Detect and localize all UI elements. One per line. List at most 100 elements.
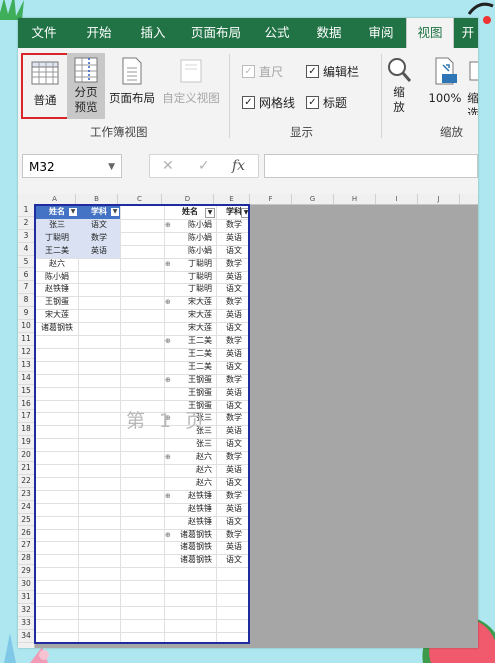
cancel-icon[interactable]: ✕ [162,155,174,177]
column-header-g[interactable]: G [292,194,334,204]
table2-name-cell[interactable]: 王钢蛋 ⊕ [164,374,216,387]
table2-name-cell[interactable]: 诸葛钢铁 [164,554,216,567]
expand-icon[interactable]: ⊕ [165,490,171,503]
row-header[interactable]: 26 [18,527,34,540]
row-header[interactable]: 11 [18,333,34,346]
row-header[interactable]: 31 [18,591,34,604]
table2-subject-cell[interactable]: 数学 [216,451,248,464]
row-header[interactable]: 23 [18,488,34,501]
row-header[interactable]: 25 [18,514,34,527]
table1-name-cell[interactable]: 陈小娟 [36,271,78,284]
table2-subject-cell[interactable]: 英语 [216,425,248,438]
expand-icon[interactable]: ⊕ [165,529,171,542]
table1-name-cell[interactable]: 宋大莲 [36,309,78,322]
expand-icon[interactable]: ⊕ [165,296,171,309]
insert-function-icon[interactable]: fx [232,155,245,177]
tab-home[interactable]: 开始 [74,18,124,48]
table2-name-cell[interactable]: 宋大莲 ⊕ [164,296,216,309]
table2-subject-cell[interactable]: 数学 [216,219,248,232]
table2-header-name[interactable]: 姓名 ▼ [164,206,216,219]
chevron-down-icon[interactable]: ▼ [108,155,115,179]
table1-subject-cell[interactable]: 数学 [78,231,120,245]
table2-subject-cell[interactable]: 数学 [216,412,248,425]
row-header[interactable]: 33 [18,617,34,630]
tab-review[interactable]: 审阅 [358,18,404,48]
column-header-f[interactable]: F [250,194,292,204]
filter-dropdown-icon[interactable]: ▼ [205,208,215,218]
row-header[interactable]: 4 [18,243,34,256]
expand-icon[interactable]: ⊕ [165,374,171,387]
row-header[interactable]: 2 [18,217,34,230]
table1-name-cell[interactable]: 丁聪明 [36,231,78,245]
table2-subject-cell[interactable]: 英语 [216,387,248,400]
row-header[interactable]: 19 [18,436,34,450]
table2-subject-cell[interactable]: 语文 [216,283,248,296]
tab-formulas[interactable]: 公式 [254,18,300,48]
table2-name-cell[interactable]: 张三 [164,438,216,451]
table2-name-cell[interactable]: 丁聪明 ⊕ [164,258,216,271]
table2-name-cell[interactable]: 赵六 [164,464,216,477]
tab-data[interactable]: 数据 [306,18,352,48]
table1-name-cell[interactable]: 赵六 [36,258,78,271]
table2-name-cell[interactable]: 王二美 [164,361,216,374]
row-header[interactable]: 17 [18,410,34,424]
page-break-preview-button[interactable]: 分页 预览 [67,53,105,119]
table2-name-cell[interactable]: 赵铁锤 [164,503,216,516]
table2-subject-cell[interactable]: 英语 [216,271,248,284]
column-header-d[interactable]: D [162,194,214,204]
table2-name-cell[interactable]: 赵六 [164,477,216,490]
expand-icon[interactable]: ⊕ [165,451,171,464]
table2-name-cell[interactable]: 赵铁锤 ⊕ [164,490,216,503]
table1-name-cell[interactable]: 诸葛钢铁 [36,322,78,335]
table2-subject-cell[interactable]: 语文 [216,438,248,451]
worksheet[interactable]: ABCDEFGHIJ 1 2 3 4 5 6 7 8 9 10 11 12 13 14 15 16 17 18 19… [18,194,478,648]
table2-subject-cell[interactable]: 语文 [216,361,248,374]
zoom-to-selection-button[interactable]: 缩 选 [466,53,478,115]
table2-subject-cell[interactable]: 英语 [216,348,248,361]
row-header[interactable]: 22 [18,475,34,488]
print-page-area[interactable]: 姓名 ▼ 学科 ▼ 张三 丁聪明 王二美 赵六 陈小娟 赵铁锤 王钢蛋 宋大莲 诸葛钢铁 语文 数学 英语 姓名… [34,204,250,644]
table1-name-cell[interactable]: 王钢蛋 [36,296,78,309]
ruler-checkbox[interactable]: ✓ 直尺 [242,63,283,80]
column-header-i[interactable]: I [376,194,418,204]
table2-name-cell[interactable]: 诸葛钢铁 [164,541,216,554]
table2-subject-cell[interactable]: 英语 [216,232,248,245]
row-header[interactable]: 15 [18,385,34,398]
table1-subject-cell[interactable]: 语文 [78,218,120,232]
table2-subject-cell[interactable]: 数学 [216,374,248,387]
table2-subject-cell[interactable]: 数学 [216,296,248,309]
table1-name-cell[interactable]: 赵铁锤 [36,283,78,296]
row-header[interactable]: 14 [18,372,34,385]
table1-name-cell[interactable]: 张三 [36,218,78,232]
table2-subject-cell[interactable]: 英语 [216,541,248,554]
page-layout-view-button[interactable]: 页面布局 [107,53,157,115]
filter-dropdown-icon[interactable]: ▼ [111,208,119,216]
table2-name-cell[interactable]: 陈小娟 [164,245,216,258]
expand-icon[interactable]: ⊕ [165,219,171,232]
table2-subject-cell[interactable]: 数学 [216,529,248,542]
headings-checkbox[interactable]: ✓ 标题 [306,94,347,111]
table2-name-cell[interactable]: 陈小娟 [164,232,216,245]
table2-subject-cell[interactable]: 语文 [216,477,248,490]
table2-subject-cell[interactable]: 数学 [216,490,248,503]
table2-name-cell[interactable]: 王二美 ⊕ [164,335,216,348]
zoom-100-button[interactable]: 100% [425,53,465,115]
column-header-a[interactable]: A [34,194,76,204]
table2-subject-cell[interactable]: 语文 [216,400,248,413]
row-header[interactable]: 13 [18,359,34,372]
name-box[interactable]: M32 ▼ [22,154,122,178]
formula-bar-checkbox[interactable]: ✓ 编辑栏 [306,63,359,80]
table2-header-subject[interactable]: 学科 ▼ [216,206,248,219]
row-header[interactable]: 30 [18,578,34,591]
row-header[interactable]: 20 [18,449,34,462]
table2-name-cell[interactable]: 宋大莲 [164,309,216,322]
row-header[interactable]: 9 [18,307,34,321]
formula-input[interactable] [264,154,478,178]
table1-name-cell[interactable]: 王二美 [36,244,78,258]
expand-icon[interactable]: ⊕ [165,258,171,271]
table2-subject-cell[interactable]: 数学 [216,335,248,348]
row-header[interactable]: 5 [18,256,34,269]
column-header-e[interactable]: E [214,194,250,204]
table2-subject-cell[interactable]: 语文 [216,554,248,567]
row-header[interactable]: 7 [18,281,34,295]
